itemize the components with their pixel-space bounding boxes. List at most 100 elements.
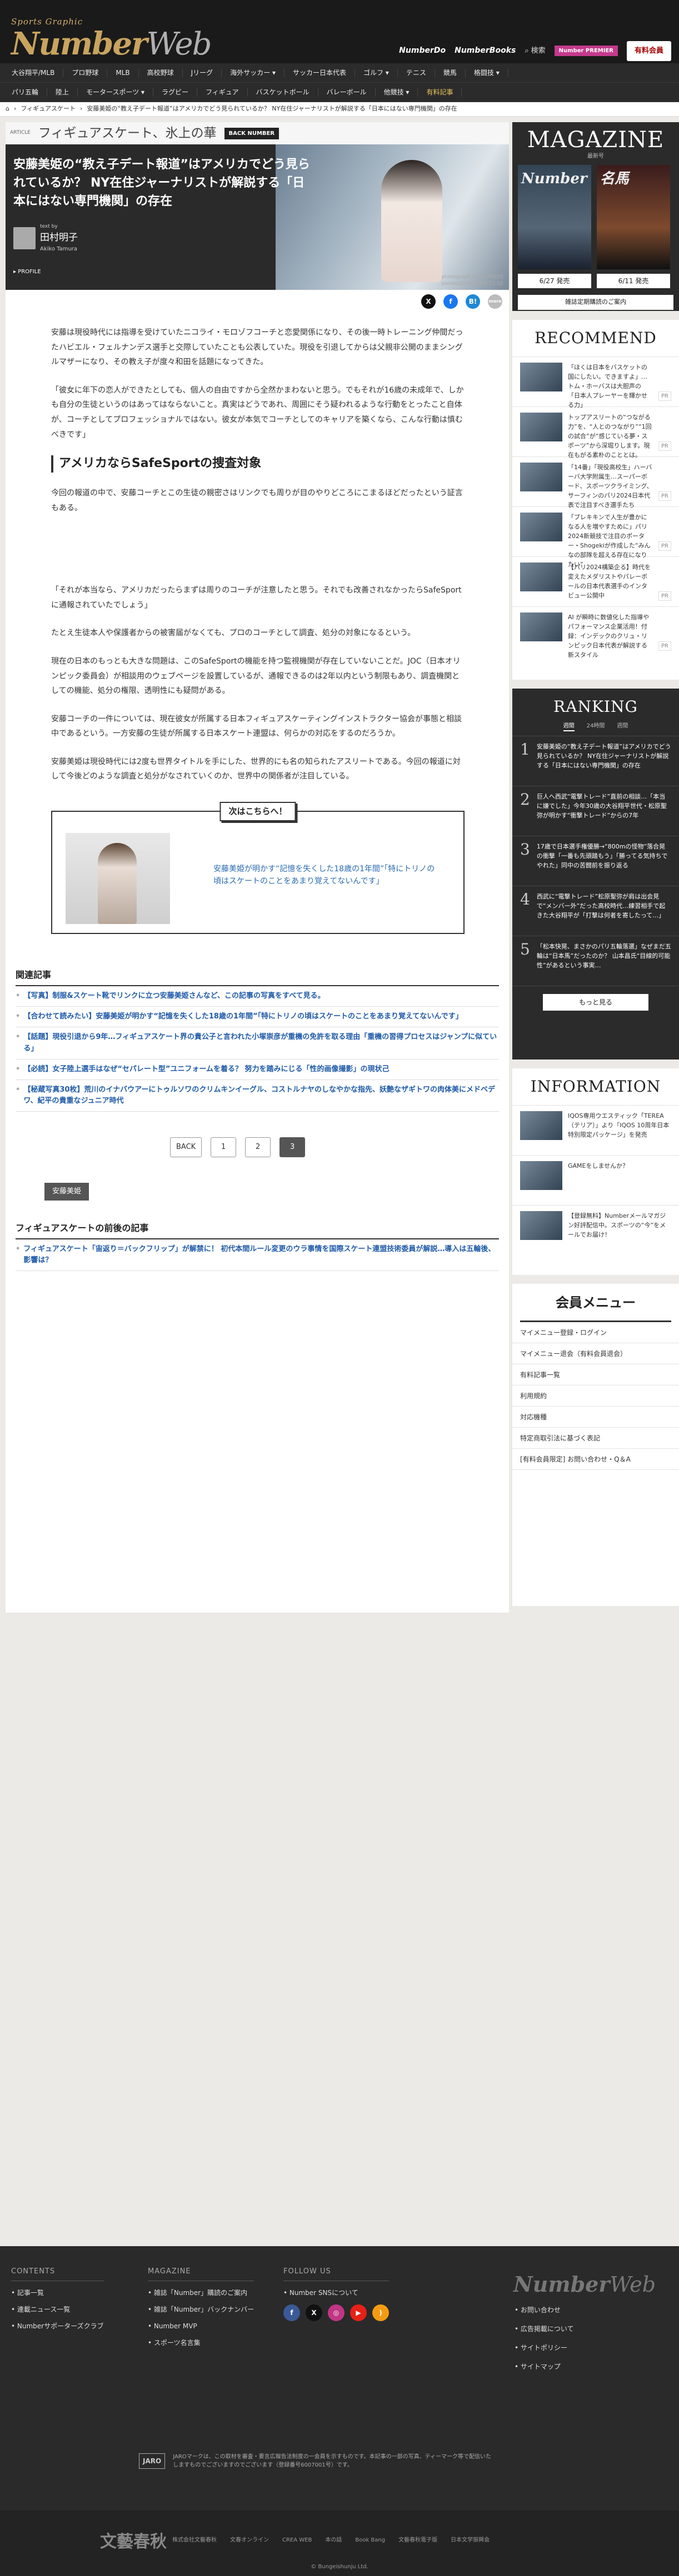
related-link[interactable]: 【秘蔵写真30枚】荒川のイナバウアーにトゥルソワのクリムキンイーグル、コストルナ… xyxy=(23,1084,499,1107)
rss-icon[interactable]: ) xyxy=(372,2304,389,2321)
youtube-icon[interactable]: ▶ xyxy=(350,2304,367,2321)
nav-item[interactable]: 陸上 xyxy=(47,88,78,97)
related-link[interactable]: 【話題】現役引退から9年…フィギュアスケート界の貴公子と言われた小塚崇彦が重機の… xyxy=(23,1032,499,1054)
ranking-item[interactable]: 5 「松本快晃、まさかのパリ五輪落選」なぜまだ五輪は“日本馬”だったのか？ 山本昌… xyxy=(512,936,679,986)
nav-item[interactable]: パリ五輪 xyxy=(3,88,48,97)
publisher-logo[interactable]: 文藝春秋 xyxy=(100,2529,167,2554)
tab-weekly[interactable]: 週間 xyxy=(563,722,575,731)
number-do-link[interactable]: NumberDo xyxy=(399,45,446,57)
nav-item[interactable]: 競馬 xyxy=(435,68,466,77)
footer-link[interactable]: • スポーツ名言集 xyxy=(148,2338,254,2348)
search-button[interactable]: ⌕ 検索 xyxy=(525,46,545,57)
footer-link[interactable]: • お問い合わせ xyxy=(515,2305,574,2315)
list-item[interactable]: • 【必読】女子陸上選手はなぜ“セパレート型”ユニフォームを着る？ 努力を踏みにじ… xyxy=(16,1059,499,1080)
related-link[interactable]: 【合わせて読みたい】安藤美姫が明かす“記憶を失くした18歳の1年間”「特にトリノ… xyxy=(23,1011,462,1022)
nav-item[interactable]: ラグビー xyxy=(153,88,198,97)
member-menu-item[interactable]: 利用規約 xyxy=(512,1385,679,1407)
footer-logo[interactable]: NumberWeb xyxy=(513,2268,656,2301)
nav-item[interactable]: 大谷翔平/MLB xyxy=(3,68,64,77)
recommend-item[interactable]: 「ほくは日本をバスケットの国にしたい。できますよ」…トム・ホーバスは大胆声の「日… xyxy=(512,356,679,409)
related-link[interactable]: 【写真】制服&スケート靴でリンクに立つ安藤美姫さんなど、この記事の写真をすべて見… xyxy=(23,991,324,1002)
ranking-item[interactable]: 3 17歳で日本選手権優勝→“800mの怪物”落合晃の衝撃「一番も先頭踏もう」「勝… xyxy=(512,836,679,886)
facebook-share-icon[interactable]: f xyxy=(443,294,458,309)
series-title[interactable]: フィギュアスケート、氷上の華 xyxy=(38,124,217,143)
recommend-item[interactable]: 「14番」「現役高校生」ハーバーバ大学附属生…スーパーボード、スポーツクライミン… xyxy=(512,456,679,509)
pager-page-3[interactable]: 3 xyxy=(279,1137,306,1158)
recommend-item[interactable]: トップアスリートの“つながる力”を、“人とのつながり”“1回の試合”が“感じてい… xyxy=(512,406,679,459)
member-menu-item[interactable]: 有料記事一覧 xyxy=(512,1364,679,1385)
recommend-item[interactable]: AI が瞬時に数値化した指導やパフォーマンス企業活用！付録：インデックのクリュ・… xyxy=(512,606,679,659)
nav-item[interactable]: バレーボール xyxy=(318,88,376,97)
pager-page-2[interactable]: 2 xyxy=(245,1137,271,1158)
footer-link[interactable]: • 雑誌「Number」バックナンバー xyxy=(148,2304,254,2314)
nav-item[interactable]: 海外サッカー ▾ xyxy=(222,68,285,77)
tab-other[interactable]: 週間 xyxy=(617,722,628,731)
topic-tag[interactable]: 安藤美姫 xyxy=(44,1183,89,1201)
pager-back-button[interactable]: BACK xyxy=(170,1137,202,1158)
facebook-icon[interactable]: f xyxy=(283,2304,300,2321)
author-block[interactable]: text by 田村明子 Akiko Tamura xyxy=(13,223,78,253)
footer-link[interactable]: • 広告掲載について xyxy=(515,2324,574,2334)
publisher-link[interactable]: 文藝春秋電子版 xyxy=(398,2536,437,2544)
recommend-item[interactable]: 【パリ2024構築企る】時代を変えたメダリストやパレーボールの日本代表選手のイン… xyxy=(512,556,679,606)
publisher-link[interactable]: 文春オンライン xyxy=(230,2536,269,2544)
ranking-item[interactable]: 1 安藤美姫の“教え子デート報道”はアメリカでどう見られているか？ NY在住ジャー… xyxy=(512,736,679,786)
nav-item[interactable]: サッカー日本代表 xyxy=(284,68,356,77)
magazine-cover-horse[interactable]: 名馬 xyxy=(597,165,670,269)
member-menu-item[interactable]: マイメニュー退会（有料会員退会） xyxy=(512,1343,679,1364)
premier-button[interactable]: Number PREMIER xyxy=(554,46,618,57)
nav-item[interactable]: 有料記事 xyxy=(418,88,462,97)
nav-item[interactable]: Jリーグ xyxy=(183,68,222,77)
home-icon[interactable]: ⌂ xyxy=(6,104,9,114)
hatena-share-icon[interactable]: B! xyxy=(466,294,480,309)
footer-link[interactable]: • 記事一覧 xyxy=(11,2288,104,2298)
publisher-link[interactable]: Book Bang xyxy=(355,2536,385,2544)
footer-link[interactable]: • 連載ニュース一覧 xyxy=(11,2304,104,2314)
footer-link[interactable]: • サイトポリシー xyxy=(515,2343,574,2353)
member-menu-item[interactable]: 特定商取引法に基づく表記 xyxy=(512,1428,679,1449)
member-menu-item[interactable]: 対応機種 xyxy=(512,1407,679,1428)
footer-link[interactable]: • Number MVP xyxy=(148,2321,254,2331)
nav-item[interactable]: フィギュア xyxy=(197,88,248,97)
instagram-icon[interactable]: ◎ xyxy=(328,2304,345,2321)
list-item[interactable]: • 【秘蔵写真30枚】荒川のイナバウアーにトゥルソワのクリムキンイーグル、コストル… xyxy=(16,1080,499,1112)
ranking-item[interactable]: 4 西武に“電撃トレード”松原聖弥が肩は出会見で“メンバー外”だった高校時代…練習… xyxy=(512,886,679,936)
member-menu-item[interactable]: [有料会員限定] お問い合わせ・Q＆A xyxy=(512,1449,679,1470)
footer-link[interactable]: • Numberサポーターズクラブ xyxy=(11,2321,104,2331)
recommend-item[interactable]: 「ブレキキンで人生が豊かになる人を増やすために」パリ2024新競技で注目のポータ… xyxy=(512,506,679,568)
next-article-title[interactable]: 安藤美姫が明かす“記憶を失くした18歳の1年間”「特にトリノの頃はスケートのこと… xyxy=(213,863,436,888)
pager-page-1[interactable]: 1 xyxy=(211,1137,237,1158)
footer-link[interactable]: • サイトマップ xyxy=(515,2362,574,2372)
member-menu-item[interactable]: マイメニュー登録・ログイン xyxy=(512,1322,679,1343)
publisher-link[interactable]: CREA WEB xyxy=(282,2536,312,2544)
list-item[interactable]: • 【写真】制服&スケート靴でリンクに立つ安藤美姫さんなど、この記事の写真をすべて… xyxy=(16,986,499,1007)
footer-link[interactable]: • 雑誌「Number」購読のご案内 xyxy=(148,2288,254,2298)
subscription-button[interactable]: 雑誌定期購読のご案内 xyxy=(518,295,673,310)
publisher-link[interactable]: 株式会社文藝春秋 xyxy=(172,2536,217,2544)
information-item[interactable]: IQOS専用ウエスティック「TEREA（テリア）」より「IQOS 10周年日本特… xyxy=(512,1105,679,1155)
next-article-card[interactable]: 次はこちらへ！ 安藤美姫が明かす“記憶を失くした18歳の1年間”「特にトリノの頃… xyxy=(51,802,465,935)
nav-item[interactable]: テニス xyxy=(398,68,435,77)
ranking-item[interactable]: 2 巨人へ西武“電撃トレード”直前の相談…「本当に嫌でした」今年30歳の大谷翔平世… xyxy=(512,786,679,836)
x-icon[interactable]: X xyxy=(306,2304,322,2321)
site-logo[interactable]: Sports Graphic NumberWeb xyxy=(11,16,212,60)
ranking-more-button[interactable]: もっと見る xyxy=(543,994,648,1011)
nav-item[interactable]: MLB xyxy=(107,68,139,77)
footer-link[interactable]: • Number SNSについて xyxy=(283,2288,389,2298)
publisher-link[interactable]: 日本文学振興会 xyxy=(451,2536,490,2544)
nav-item[interactable]: 高校野球 xyxy=(139,68,183,77)
magazine-cover-number[interactable]: Number xyxy=(518,165,591,269)
nav-item[interactable]: ゴルフ ▾ xyxy=(355,68,398,77)
x-share-icon[interactable]: X xyxy=(421,294,436,309)
publisher-link[interactable]: 本の話 xyxy=(325,2536,342,2544)
list-item[interactable]: • 【話題】現役引退から9年…フィギュアスケート界の貴公子と言われた小塚崇彦が重機… xyxy=(16,1027,499,1059)
more-share-icon[interactable]: more xyxy=(488,294,502,309)
back-number-button[interactable]: BACK NUMBER xyxy=(224,127,279,139)
nav-item[interactable]: プロ野球 xyxy=(63,68,108,77)
nav-item[interactable]: バスケットボール xyxy=(248,88,318,97)
list-item[interactable]: • 【合わせて読みたい】安藤美姫が明かす“記憶を失くした18歳の1年間”「特にトリ… xyxy=(16,1007,499,1028)
nav-item[interactable]: モータースポーツ ▾ xyxy=(78,88,154,97)
number-books-link[interactable]: NumberBooks xyxy=(455,45,516,57)
nav-item[interactable]: 格闘技 ▾ xyxy=(466,68,508,77)
breadcrumb-category[interactable]: フィギュアスケート xyxy=(21,104,76,114)
